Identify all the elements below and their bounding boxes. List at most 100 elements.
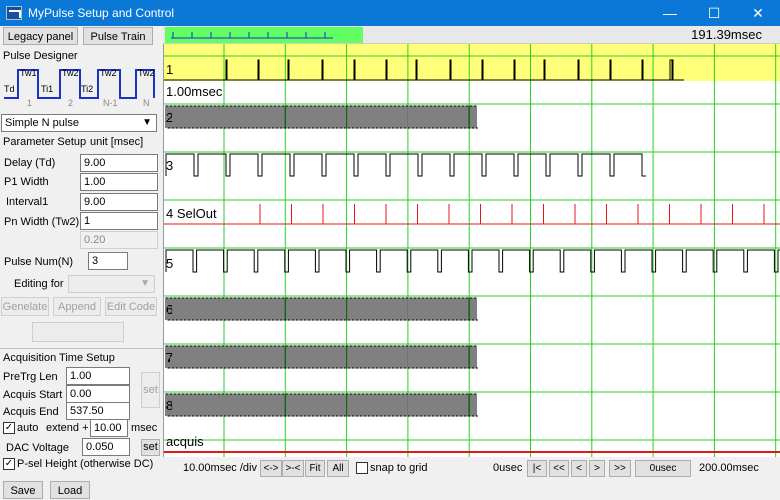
pretrg-input[interactable]: 1.00 — [66, 367, 130, 385]
app-icon — [6, 6, 22, 20]
maximize-button[interactable]: ☐ — [692, 0, 736, 26]
title-bar: MyPulse Setup and Control — ☐ ✕ — [0, 0, 780, 26]
pulse-train-button[interactable]: Pulse Train — [83, 27, 153, 45]
pulse-num-input[interactable]: 3 — [88, 252, 128, 270]
time-per-div-label: 10.00msec /div — [183, 462, 257, 474]
diagram-n1: 1 — [27, 98, 32, 108]
time-controls: 10.00msec /div <-> >-< Fit All snap to g… — [163, 457, 780, 480]
append-button[interactable]: Append — [53, 297, 101, 316]
extend-input[interactable]: 10.00 — [90, 419, 128, 437]
channel-2-label: 2 — [166, 110, 174, 125]
diagram-tw2-b: Tw2 — [100, 68, 117, 78]
p1-width-input[interactable]: 1.00 — [80, 173, 158, 191]
acquis-end-input[interactable]: 537.50 — [66, 402, 130, 420]
overview-ticks — [171, 32, 333, 39]
overview-range-indicator[interactable] — [165, 27, 363, 43]
channel-6-trace — [165, 297, 478, 321]
time-overview-strip[interactable]: 191.39msec — [163, 26, 780, 44]
parameter-setup-title: Parameter Setup — [3, 136, 87, 148]
blank-action-button[interactable] — [32, 322, 124, 342]
start-time-label: 0usec — [493, 462, 523, 474]
all-button[interactable]: All — [327, 460, 349, 477]
pretrg-label: PreTrg Len — [3, 371, 58, 383]
next-button[interactable]: > — [589, 460, 605, 477]
diagram-td: Td — [4, 84, 15, 94]
diagram-tw2-c: Tw2 — [138, 68, 155, 78]
extra-value-field: 0.20 — [80, 231, 158, 249]
minimize-button[interactable]: — — [648, 0, 692, 26]
pn-width-label: Pn Width (Tw2) — [4, 216, 80, 228]
legacy-panel-button[interactable]: Legacy panel — [3, 27, 78, 45]
prev-page-button[interactable]: << — [549, 460, 569, 477]
chevron-down-icon: ▼ — [140, 278, 150, 289]
close-button[interactable]: ✕ — [736, 0, 780, 26]
channel-4-label: 4 SelOut — [166, 206, 217, 221]
waveform-plot[interactable]: 1 1.00msec 2 3 4 SelOut 5 6 7 8 acquis — [163, 44, 780, 457]
zoom-in-button[interactable]: <-> — [260, 460, 282, 477]
extend-label: extend + — [46, 422, 89, 434]
diagram-ti1: Ti1 — [41, 84, 53, 94]
pulse-num-label: Pulse Num(N) — [4, 256, 74, 268]
channel-3-label: 3 — [166, 158, 174, 173]
pulse-designer-title: Pulse Designer — [3, 50, 78, 62]
first-button[interactable]: |< — [527, 460, 547, 477]
window-title: MyPulse Setup and Control — [28, 6, 175, 20]
psel-height-label: P-sel Height (otherwise DC) — [17, 458, 154, 470]
interval-label: Interval1 — [6, 196, 49, 208]
editing-for-label: Editing for — [14, 278, 64, 290]
genelate-button[interactable]: Genelate — [1, 297, 49, 316]
diagram-n-minus-1: N-1 — [103, 98, 118, 108]
channel-5-trace — [165, 249, 780, 273]
save-button[interactable]: Save — [3, 481, 43, 499]
dac-voltage-label: DAC Voltage — [6, 442, 69, 454]
acquis-label: acquis — [166, 434, 204, 449]
channel-7-trace — [165, 345, 478, 369]
pn-width-input[interactable]: 1 — [80, 212, 158, 230]
diagram-tw2: Tw2 — [62, 68, 79, 78]
snap-to-grid-checkbox[interactable] — [356, 462, 368, 474]
extend-unit-label: msec — [131, 422, 158, 434]
diagram-n: N — [143, 98, 150, 108]
dac-set-button[interactable]: set — [141, 439, 160, 456]
load-button[interactable]: Load — [50, 481, 90, 499]
zoom-out-button[interactable]: >-< — [282, 460, 304, 477]
pulse-mode-select[interactable]: Simple N pulse ▼ — [1, 114, 157, 132]
edit-code-button[interactable]: Edit Code — [105, 297, 157, 316]
waveform-canvas[interactable] — [164, 44, 780, 457]
end-time-label: 200.00msec — [699, 462, 759, 474]
next-page-button[interactable]: >> — [609, 460, 631, 477]
interval-input[interactable]: 9.00 — [80, 193, 158, 211]
acquis-set-button[interactable]: set — [141, 372, 160, 408]
channel-5-label: 5 — [166, 256, 174, 271]
prev-button[interactable]: < — [571, 460, 587, 477]
snap-to-grid-label: snap to grid — [370, 462, 428, 474]
channel-6-label: 6 — [166, 302, 174, 317]
p1-width-label: P1 Width — [4, 176, 49, 188]
auto-checkbox[interactable]: ✓ — [3, 422, 15, 434]
delay-input[interactable]: 9.00 — [80, 154, 158, 172]
fit-button[interactable]: Fit — [305, 460, 325, 477]
acquis-start-label: Acquis Start — [3, 389, 63, 401]
channel-8-trace — [165, 393, 478, 417]
divider — [0, 348, 163, 349]
channel-4-trace — [259, 204, 765, 224]
cursor-time-field[interactable]: 0usec — [635, 460, 691, 477]
acquis-start-input[interactable]: 0.00 — [66, 385, 130, 403]
channel-3-trace — [165, 153, 646, 177]
delay-label: Delay (Td) — [4, 157, 56, 169]
dac-voltage-input[interactable]: 0.050 — [82, 438, 130, 456]
scale-readout: 1.00msec — [166, 84, 223, 99]
psel-height-checkbox[interactable]: ✓ — [3, 458, 15, 470]
acquisition-title: Acquisition Time Setup — [3, 352, 115, 364]
acquis-end-label: Acquis End — [3, 406, 59, 418]
channel-7-label: 7 — [166, 350, 174, 365]
editing-for-select[interactable]: ▼ — [68, 275, 155, 293]
pulse-mode-value: Simple N pulse — [5, 117, 79, 129]
left-panel: Legacy panel Pulse Train Pulse Designer … — [0, 26, 163, 500]
pulse-diagram: Td Tw1 Ti1 Tw2 Ti2 Tw2 Tw2 1 2 N-1 N — [4, 68, 155, 108]
channel-1-highlight — [164, 44, 780, 81]
diagram-ti2: Ti2 — [81, 84, 93, 94]
diagram-n2: 2 — [68, 98, 73, 108]
unit-label: unit [msec] — [90, 136, 144, 148]
channel-2-trace — [165, 105, 478, 129]
